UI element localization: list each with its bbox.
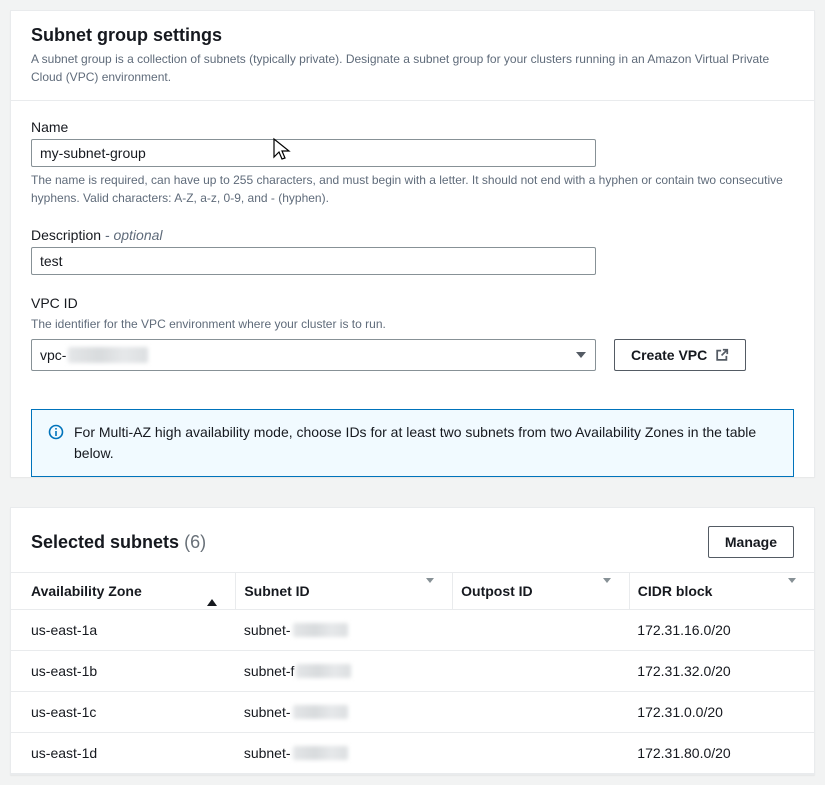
subnet-header: Selected subnets (6) Manage xyxy=(11,508,814,572)
subnet-title: Selected subnets (6) xyxy=(31,532,206,553)
name-input[interactable] xyxy=(31,139,596,167)
cell-outpost xyxy=(453,733,630,774)
cell-cidr: 172.31.80.0/20 xyxy=(629,733,814,774)
description-input[interactable] xyxy=(31,247,596,275)
cell-cidr: 172.31.16.0/20 xyxy=(629,610,814,651)
table-row: us-east-1dsubnet- 172.31.80.0/20 xyxy=(11,733,814,774)
cell-subnet: subnet-f xyxy=(236,651,453,692)
selected-subnets-panel: Selected subnets (6) Manage Availability… xyxy=(10,507,815,775)
table-row: us-east-1bsubnet-f 172.31.32.0/20 xyxy=(11,651,814,692)
description-label-text: Description xyxy=(31,227,101,243)
cell-subnet: subnet- xyxy=(236,733,453,774)
name-hint: The name is required, can have up to 255… xyxy=(31,171,794,207)
vpc-select-wrap: vpc- xyxy=(31,339,596,371)
create-vpc-label: Create VPC xyxy=(631,347,707,363)
sort-icon xyxy=(426,583,434,599)
col-subnet-label: Subnet ID xyxy=(244,583,309,599)
vpc-hint: The identifier for the VPC environment w… xyxy=(31,315,794,333)
vpc-field: VPC ID The identifier for the VPC enviro… xyxy=(31,295,794,371)
info-box: For Multi-AZ high availability mode, cho… xyxy=(31,409,794,477)
cell-subnet: subnet- xyxy=(236,610,453,651)
cell-az: us-east-1a xyxy=(11,610,236,651)
col-subnet[interactable]: Subnet ID xyxy=(236,573,453,610)
vpc-select[interactable]: vpc- xyxy=(31,339,596,371)
table-row: us-east-1asubnet- 172.31.16.0/20 xyxy=(11,610,814,651)
section-description: A subnet group is a collection of subnet… xyxy=(31,50,794,86)
cell-az: us-east-1b xyxy=(11,651,236,692)
cell-cidr: 172.31.32.0/20 xyxy=(629,651,814,692)
subnet-title-text: Selected subnets xyxy=(31,532,179,552)
subnet-group-settings-panel: Subnet group settings A subnet group is … xyxy=(10,10,815,477)
table-row: us-east-1csubnet- 172.31.0.0/20 xyxy=(11,692,814,733)
vpc-value-prefix: vpc- xyxy=(40,347,66,363)
vpc-value-redacted xyxy=(68,347,148,363)
cell-outpost xyxy=(453,692,630,733)
section-title: Subnet group settings xyxy=(31,25,794,46)
name-label: Name xyxy=(31,119,794,135)
cell-az: us-east-1c xyxy=(11,692,236,733)
info-text: For Multi-AZ high availability mode, cho… xyxy=(74,422,777,464)
cell-outpost xyxy=(453,610,630,651)
cell-outpost xyxy=(453,651,630,692)
section-header: Subnet group settings A subnet group is … xyxy=(11,11,814,101)
description-label: Description - optional xyxy=(31,227,794,243)
create-vpc-button[interactable]: Create VPC xyxy=(614,339,746,371)
manage-button-label: Manage xyxy=(725,534,777,550)
col-cidr[interactable]: CIDR block xyxy=(629,573,814,610)
sort-asc-icon xyxy=(207,583,217,599)
col-outpost[interactable]: Outpost ID xyxy=(453,573,630,610)
sort-icon xyxy=(788,583,796,599)
description-optional: - optional xyxy=(101,227,162,243)
col-az-label: Availability Zone xyxy=(31,583,142,599)
external-link-icon xyxy=(715,348,729,362)
info-icon xyxy=(48,424,64,443)
description-field: Description - optional xyxy=(31,227,794,275)
vpc-label: VPC ID xyxy=(31,295,794,311)
col-outpost-label: Outpost ID xyxy=(461,583,533,599)
cell-az: us-east-1d xyxy=(11,733,236,774)
cell-subnet: subnet- xyxy=(236,692,453,733)
col-cidr-label: CIDR block xyxy=(638,583,713,599)
subnet-count: (6) xyxy=(184,532,206,552)
subnet-table: Availability Zone Subnet ID Outpost ID C… xyxy=(11,572,814,774)
col-az[interactable]: Availability Zone xyxy=(11,573,236,610)
sort-icon xyxy=(603,583,611,599)
name-field: Name The name is required, can have up t… xyxy=(31,119,794,207)
form-body: Name The name is required, can have up t… xyxy=(11,101,814,393)
cell-cidr: 172.31.0.0/20 xyxy=(629,692,814,733)
manage-button[interactable]: Manage xyxy=(708,526,794,558)
